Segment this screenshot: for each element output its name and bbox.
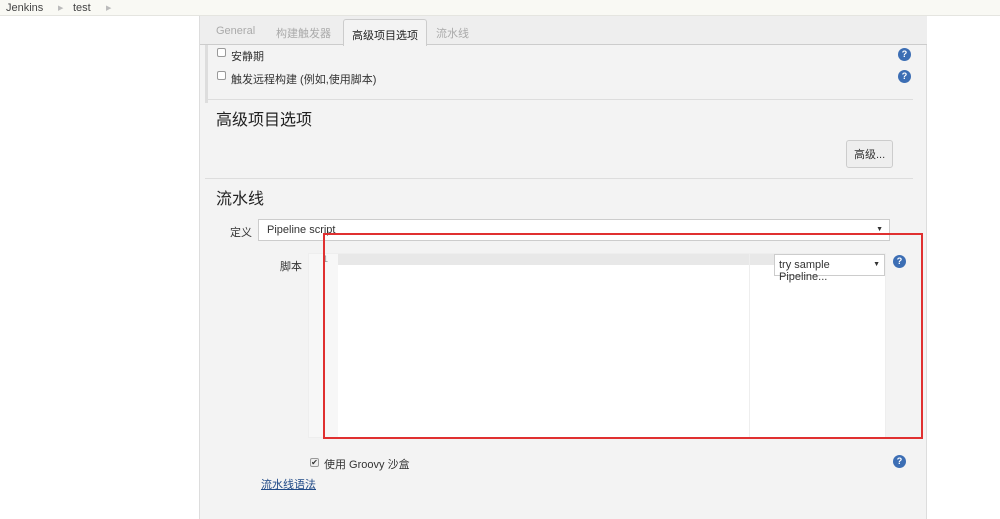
breadcrumb-jenkins[interactable]: Jenkins — [6, 2, 43, 14]
advanced-section-title: 高级项目选项 — [216, 112, 313, 129]
pipeline-section-title: 流水线 — [216, 191, 265, 208]
groovy-sandbox-checkbox[interactable]: ✔ — [310, 458, 319, 467]
divider — [205, 99, 913, 100]
pipeline-syntax-link[interactable]: 流水线语法 — [261, 476, 316, 492]
help-icon[interactable]: ? — [898, 48, 911, 61]
chevron-right-icon: ▶ — [58, 5, 64, 12]
highlight-annotation-box — [323, 233, 923, 439]
tab-bar: General 构建触发器 高级项目选项 流水线 — [200, 16, 927, 46]
definition-label: 定义 — [230, 227, 252, 239]
breadcrumb: Jenkins ▶ test ▶ — [0, 0, 1000, 16]
divider — [205, 178, 913, 179]
chevron-right-icon: ▶ — [106, 5, 112, 12]
quiet-period-label: 安静期 — [231, 51, 264, 63]
help-icon[interactable]: ? — [898, 70, 911, 83]
remote-trigger-checkbox[interactable] — [217, 71, 226, 80]
help-icon[interactable]: ? — [893, 455, 906, 468]
caret-down-icon: ▼ — [876, 226, 883, 233]
groovy-sandbox-label: 使用 Groovy 沙盒 — [324, 459, 410, 471]
tab-pipeline[interactable]: 流水线 — [436, 25, 469, 41]
breadcrumb-test[interactable]: test — [73, 2, 91, 14]
script-label: 脚本 — [280, 261, 302, 273]
tab-advanced-options[interactable]: 高级项目选项 — [343, 19, 427, 46]
quiet-period-checkbox[interactable] — [217, 48, 226, 57]
remote-trigger-label: 触发远程构建 (例如,使用脚本) — [231, 74, 377, 86]
tab-build-triggers[interactable]: 构建触发器 — [276, 25, 331, 41]
section-indent-bar — [205, 45, 208, 103]
tab-general[interactable]: General — [216, 25, 255, 37]
advanced-button[interactable]: 高级... — [846, 140, 894, 168]
